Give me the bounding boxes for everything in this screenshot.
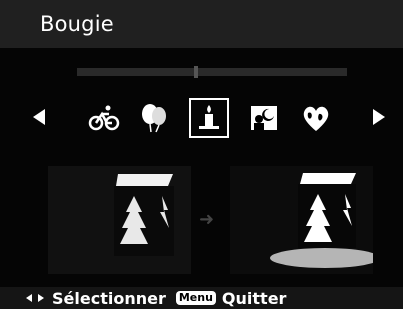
footer-controls: Sélectionner Menu Quitter <box>26 288 287 308</box>
globe-heart-icon[interactable] <box>296 98 336 138</box>
candle-icon[interactable] <box>189 98 229 138</box>
scene-progress-marker <box>194 66 199 78</box>
transform-arrow-icon: ➜ <box>199 209 215 230</box>
menu-key-icon[interactable]: Menu <box>175 291 216 305</box>
select-label: Sélectionner <box>52 288 166 308</box>
bicycle-icon[interactable] <box>84 98 124 138</box>
preview-after-image <box>230 166 373 274</box>
previous-arrow-icon[interactable] <box>33 109 45 125</box>
scene-progress-track <box>77 66 347 78</box>
title-bar: Bougie <box>0 0 403 48</box>
quit-label: Quitter <box>221 288 287 308</box>
night-portrait-icon[interactable] <box>244 98 284 138</box>
page-title: Bougie <box>40 12 114 36</box>
preview-before-image <box>48 166 191 274</box>
footer-bar: Sélectionner Menu Quitter <box>0 287 403 309</box>
right-triangle-icon <box>38 294 44 302</box>
balloons-icon[interactable] <box>134 98 174 138</box>
next-arrow-icon[interactable] <box>373 109 385 125</box>
left-triangle-icon <box>26 294 32 302</box>
